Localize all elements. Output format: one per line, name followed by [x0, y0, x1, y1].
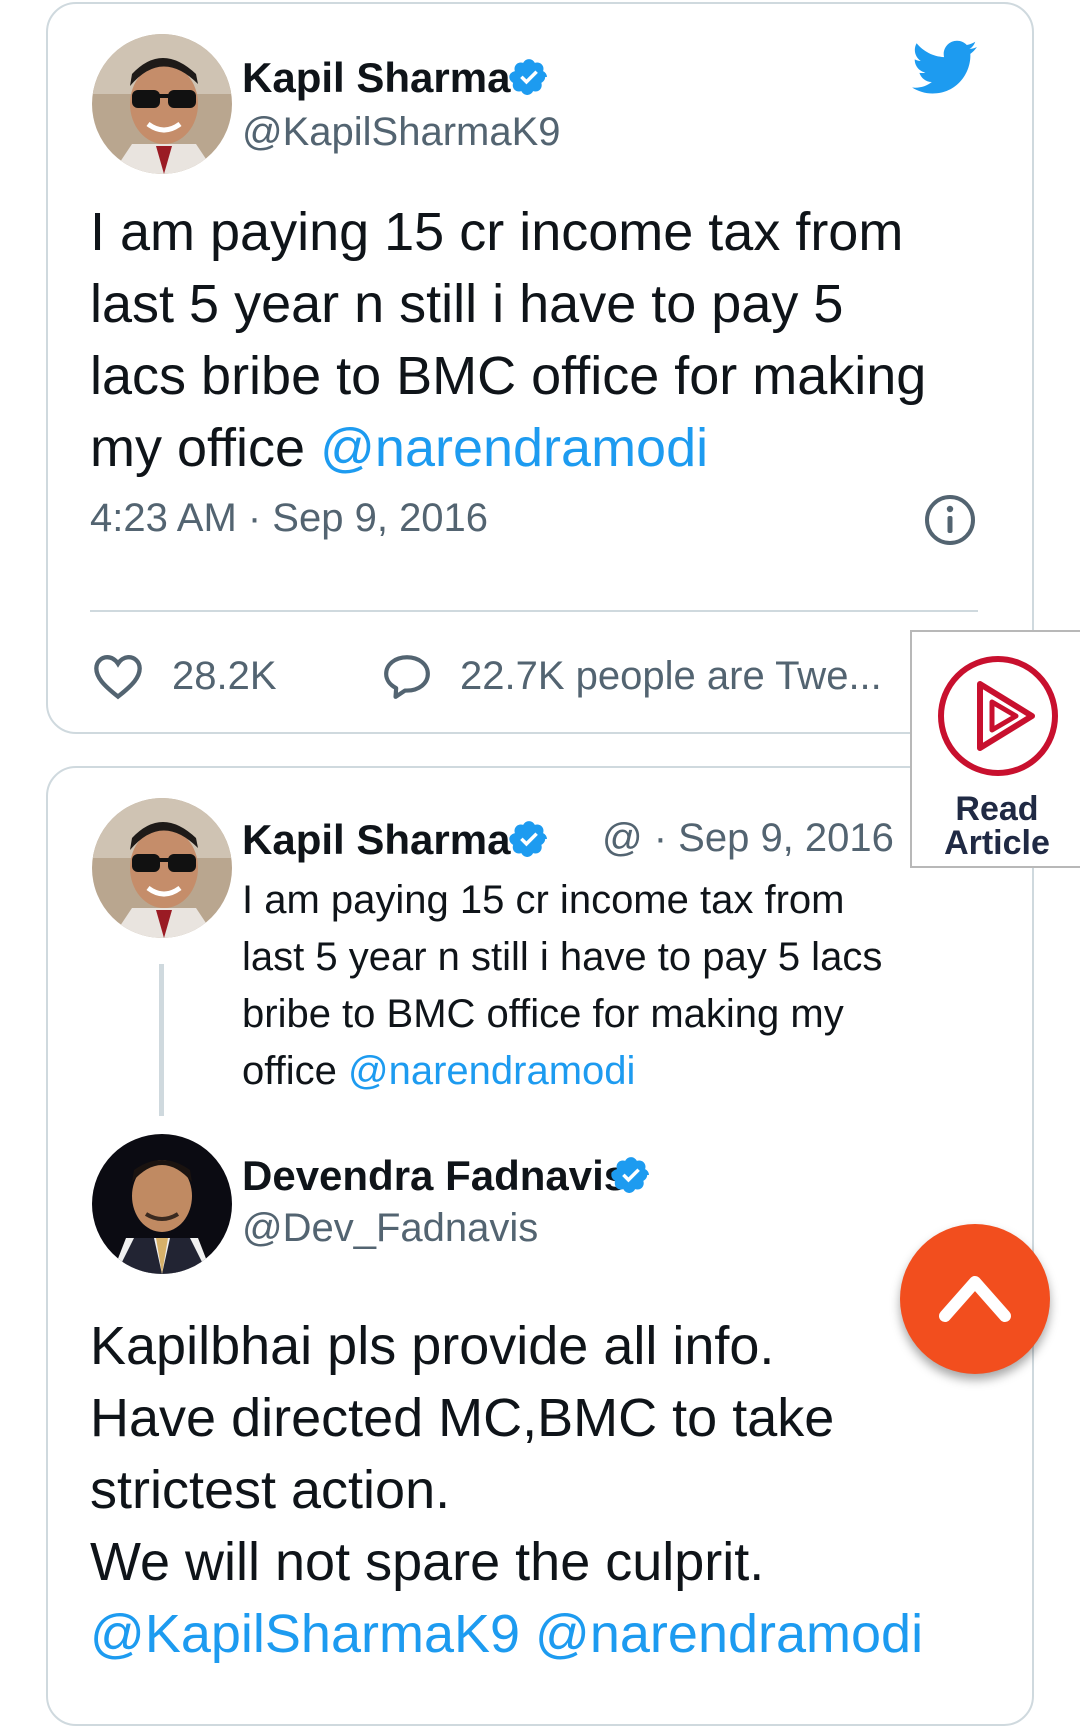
verified-badge-icon [611, 1157, 649, 1193]
tweet-text-line: I am paying 15 cr income tax from [90, 202, 904, 262]
divider [90, 610, 978, 612]
quoted-author-name[interactable]: Kapil Sharma [242, 816, 510, 864]
author-name[interactable]: Kapil Sharma [242, 54, 510, 102]
like-count: 28.2K [172, 653, 277, 698]
mention-link[interactable]: @narendramodi [348, 1049, 635, 1093]
tweet-text: I am paying 15 cr income tax from last 5… [90, 196, 990, 484]
tweeting-count: 22.7K people are Twe... [460, 653, 882, 698]
reply-text-line: @KapilSharmaK9 @narendramodi [90, 1598, 990, 1670]
reply-card[interactable]: Kapil Sharma @ · Sep 9, 2016 I am paying… [46, 766, 1034, 1726]
quoted-author-avatar[interactable] [92, 798, 232, 938]
comment-icon [384, 655, 430, 699]
author-handle[interactable]: @KapilSharmaK9 [242, 110, 561, 155]
mention-link[interactable]: @KapilSharmaK9 [90, 1604, 520, 1664]
thread-connector [159, 964, 164, 1116]
quoted-handle-date[interactable]: @ · Sep 9, 2016 [602, 816, 894, 861]
reply-text-line: We will not spare the culprit. [90, 1532, 765, 1592]
tweet-text-line: lacs bribe to BMC office for making [90, 346, 927, 406]
reply-author-handle[interactable]: @Dev_Fadnavis [242, 1206, 538, 1251]
play-icon [938, 656, 1058, 776]
tweeting-link[interactable]: 22.7K people are Twe... [382, 652, 882, 700]
reply-text: Kapilbhai pls provide all info. Have dir… [90, 1310, 990, 1670]
tweet-text-line: my office @narendramodi [90, 418, 709, 478]
reply-author-name[interactable]: Devendra Fadnavis [242, 1152, 627, 1200]
reply-text-line: strictest action. [90, 1460, 451, 1520]
verified-badge-icon [509, 821, 547, 857]
verified-badge-icon [509, 59, 547, 95]
reply-text-line: Kapilbhai pls provide all info. [90, 1316, 775, 1376]
heart-icon [94, 654, 142, 700]
like-button[interactable]: 28.2K [92, 652, 277, 700]
read-article-label: Read Article [944, 790, 1050, 862]
chevron-up-icon [939, 1276, 1011, 1322]
mention-link[interactable]: @narendramodi [320, 418, 708, 478]
tweet-text-line: last 5 year n still i have to pay 5 [90, 274, 844, 334]
tweet-card[interactable]: Kapil Sharma @KapilSharmaK9 I am paying … [46, 2, 1034, 734]
tweet-timestamp[interactable]: 4:23 AM · Sep 9, 2016 [90, 496, 488, 541]
author-avatar[interactable] [92, 34, 232, 174]
quoted-text-line: bribe to BMC office for making my [242, 992, 844, 1036]
read-article-button[interactable]: Read Article [910, 630, 1080, 868]
quoted-text-line: last 5 year n still i have to pay 5 lacs [242, 935, 883, 979]
reply-author-avatar[interactable] [92, 1134, 232, 1274]
twitter-bird-icon [912, 40, 978, 94]
scroll-to-top-button[interactable] [900, 1224, 1050, 1374]
mention-link[interactable]: @narendramodi [535, 1604, 923, 1664]
quoted-tweet-text: I am paying 15 cr income tax from last 5… [242, 872, 962, 1100]
quoted-text-line: office @narendramodi [242, 1049, 636, 1093]
reply-text-line: Have directed MC,BMC to take [90, 1388, 835, 1448]
info-icon[interactable] [924, 494, 976, 546]
quoted-text-line: I am paying 15 cr income tax from [242, 878, 845, 922]
